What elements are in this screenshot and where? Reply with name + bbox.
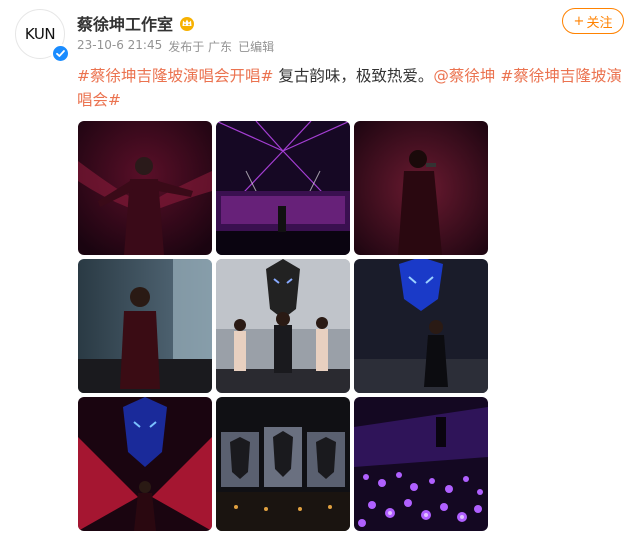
photo-7[interactable] — [78, 397, 212, 531]
photo-5[interactable] — [216, 259, 350, 393]
photo-1[interactable] — [78, 121, 212, 255]
mention-link[interactable]: @蔡徐坤 — [433, 67, 495, 85]
photo-8[interactable] — [216, 397, 350, 531]
hashtag-link[interactable]: #蔡徐坤吉隆坡演唱会开唱# — [77, 67, 273, 85]
follow-label: 关注 — [586, 15, 613, 31]
photo-4[interactable] — [78, 259, 212, 393]
post-source: 发布于 广东 — [168, 40, 233, 54]
photo-9[interactable] — [354, 397, 488, 531]
photo-2[interactable] — [216, 121, 350, 255]
photo-3[interactable] — [354, 121, 488, 255]
post-edited[interactable]: 已编辑 — [238, 38, 274, 55]
avatar-logo-text: KUN — [24, 25, 56, 43]
crown-icon — [178, 15, 196, 31]
plus-icon: + — [573, 13, 585, 29]
post-text: #蔡徐坤吉隆坡演唱会开唱# 复古韵味，极致热爱。@蔡徐坤 #蔡徐坤吉隆坡演唱会# — [77, 64, 625, 112]
photo-6[interactable] — [354, 259, 488, 393]
user-name-row: 蔡徐坤工作室 — [77, 11, 196, 35]
verified-check-icon — [51, 44, 70, 63]
post-body: 复古韵味，极致热爱。 — [273, 67, 434, 85]
post-time[interactable]: 23-10-6 21:45 — [77, 38, 162, 55]
photo-grid — [78, 121, 488, 531]
user-name[interactable]: 蔡徐坤工作室 — [77, 11, 173, 35]
follow-button[interactable]: + 关注 — [562, 8, 624, 34]
post-meta: 23-10-6 21:45 发布于 广东 已编辑 — [77, 38, 274, 55]
